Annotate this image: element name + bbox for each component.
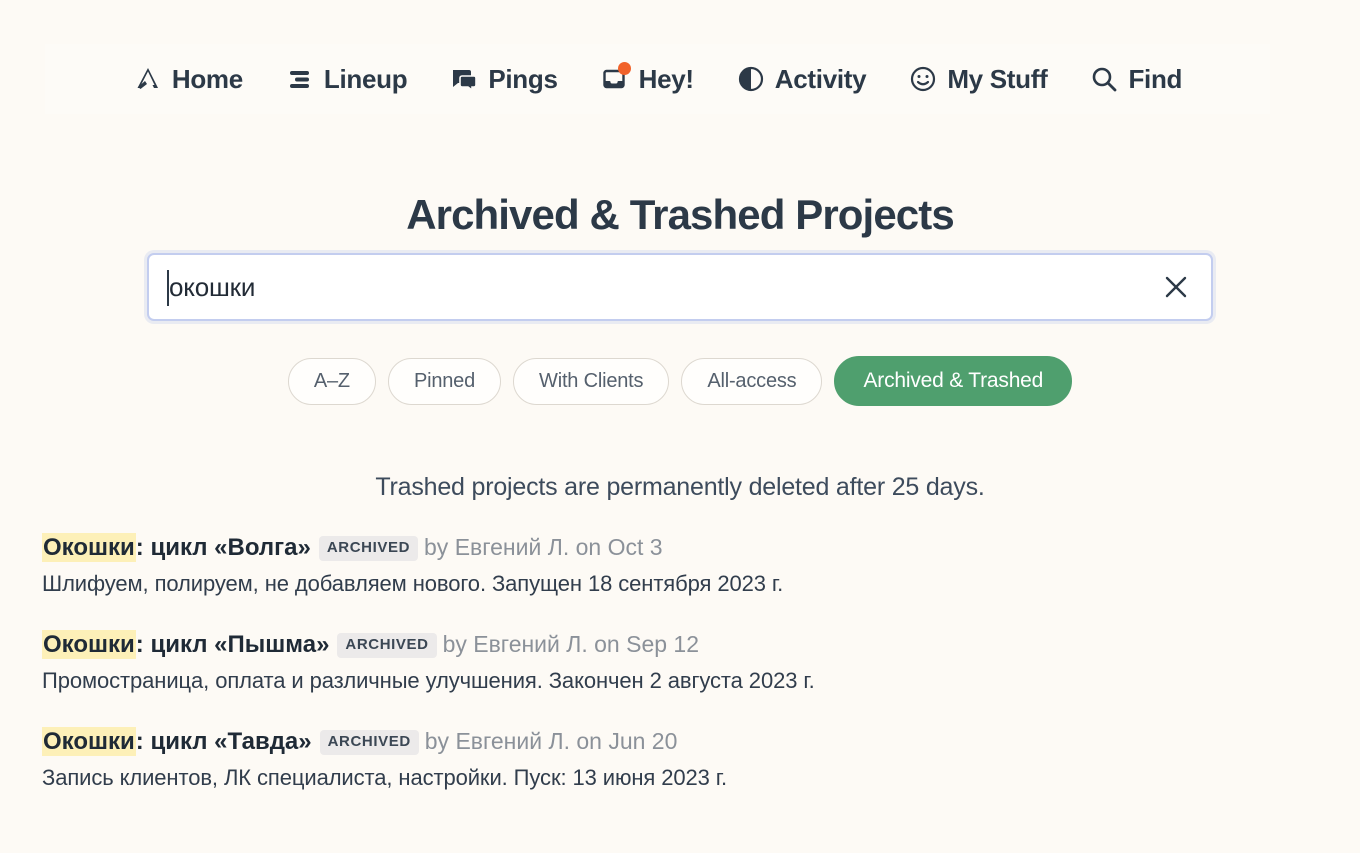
status-badge: ARCHIVED (337, 633, 436, 658)
project-name: : цикл «Тавда» (136, 728, 312, 755)
nav-item-label: My Stuff (947, 64, 1047, 95)
lineup-icon (285, 64, 315, 94)
chat-bubbles-icon (449, 64, 479, 94)
page-root: Home Lineup Pings (0, 0, 1360, 853)
notification-badge-dot (618, 62, 631, 75)
status-badge: ARCHIVED (319, 536, 418, 561)
result-description: Промостраница, оплата и различные улучше… (42, 668, 1322, 694)
nav-item-hey[interactable]: Hey! (579, 58, 715, 101)
top-navigation-bar: Home Lineup Pings (45, 44, 1270, 114)
project-name: : цикл «Волга» (136, 534, 311, 561)
filter-pill-a-z[interactable]: A–Z (288, 358, 376, 405)
list-item[interactable]: Окошки: цикл «Волга» ARCHIVEDby Евгений Л… (42, 533, 1322, 597)
nav-item-label: Lineup (324, 64, 407, 95)
nav-item-my-stuff[interactable]: My Stuff (887, 58, 1068, 101)
list-item[interactable]: Окошки: цикл «Пышма» ARCHIVED by Евгений Л… (42, 630, 1322, 694)
nav-item-lineup[interactable]: Lineup (264, 58, 428, 101)
status-badge: ARCHIVED (320, 730, 419, 755)
result-title-line: Окошки: цикл «Пышма» ARCHIVED by Евгений Л… (42, 630, 1322, 660)
inbox-tray-icon (600, 64, 630, 94)
smiley-face-icon (908, 64, 938, 94)
nav-item-label: Hey! (639, 64, 694, 95)
campfire-icon (133, 64, 163, 94)
filter-pill-all-access[interactable]: All-access (681, 358, 822, 405)
text-cursor (167, 270, 169, 306)
project-name: : цикл «Пышма» (136, 631, 330, 658)
search-field-container[interactable] (147, 253, 1213, 321)
filter-pill-pinned[interactable]: Pinned (388, 358, 501, 405)
nav-item-pings[interactable]: Pings (428, 58, 578, 101)
search-term-highlight: Окошки (42, 630, 136, 659)
nav-item-activity[interactable]: Activity (715, 58, 888, 101)
close-icon[interactable] (1159, 270, 1193, 304)
nav-item-label: Activity (775, 64, 867, 95)
result-meta: by Евгений Л. on Oct 3 (424, 534, 663, 560)
result-description: Шлифуем, полируем, не добавляем нового. … (42, 571, 1322, 597)
search-input[interactable] (149, 255, 1211, 319)
search-term-highlight: Окошки (42, 533, 136, 562)
filter-pill-with-clients[interactable]: With Clients (513, 358, 669, 405)
nav-item-home[interactable]: Home (112, 58, 264, 101)
nav-item-label: Home (172, 64, 243, 95)
result-meta: by Евгений Л. on Sep 12 (443, 631, 699, 657)
result-meta: by Евгений Л. on Jun 20 (425, 728, 678, 754)
filter-pill-group: A–Z Pinned With Clients All-access Archi… (0, 356, 1360, 406)
search-term-highlight: Окошки (42, 727, 136, 756)
pie-clock-icon (736, 64, 766, 94)
search-results-list: Окошки: цикл «Волга»ARCHIVEDby Евгений Л… (42, 533, 1322, 824)
list-item[interactable]: Окошки: цикл «Тавда» ARCHIVEDby Евгений Л… (42, 727, 1322, 791)
page-title: Archived & Trashed Projects (0, 191, 1360, 239)
nav-item-label: Pings (488, 64, 557, 95)
filter-pill-archived-trashed[interactable]: Archived & Trashed (834, 356, 1072, 406)
nav-item-label: Find (1128, 64, 1182, 95)
magnifier-icon (1089, 64, 1119, 94)
result-description: Запись клиентов, ЛК специалиста, настрой… (42, 765, 1322, 791)
result-title-line: Окошки: цикл «Волга» ARCHIVEDby Евгений Л… (42, 533, 1322, 563)
nav-item-find[interactable]: Find (1068, 58, 1203, 101)
retention-notice: Trashed projects are permanently deleted… (0, 473, 1360, 502)
result-title-line: Окошки: цикл «Тавда» ARCHIVEDby Евгений Л… (42, 727, 1322, 757)
